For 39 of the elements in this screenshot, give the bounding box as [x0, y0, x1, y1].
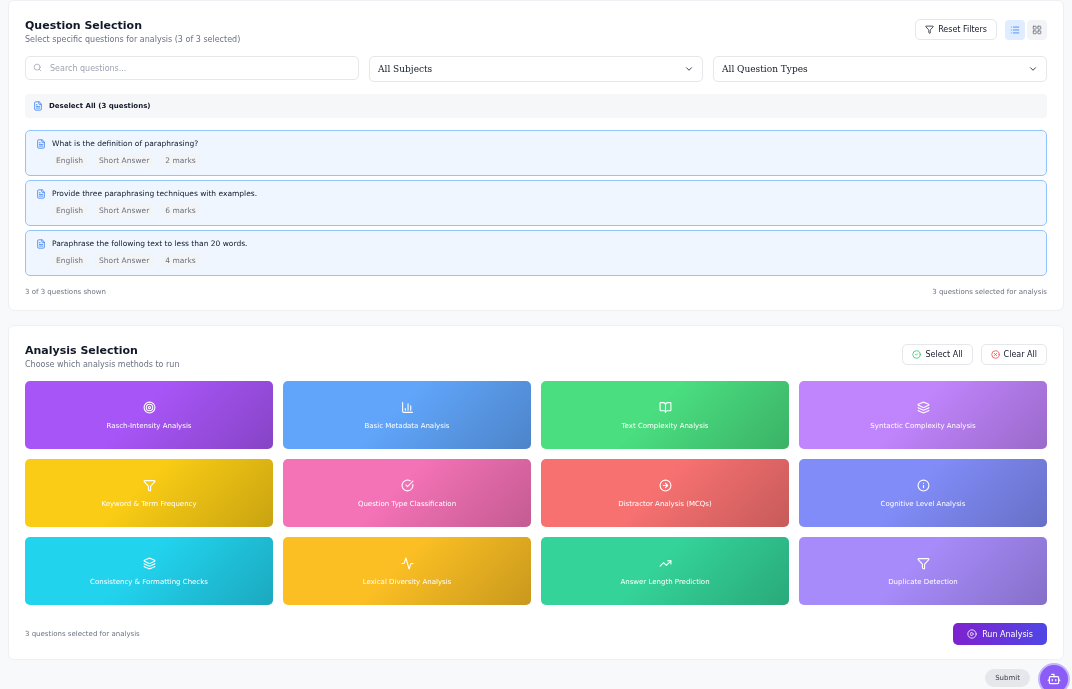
list-view-button[interactable] [1005, 19, 1025, 40]
filter-icon [916, 556, 930, 570]
document-icon [36, 239, 46, 249]
pulse-icon [400, 556, 414, 570]
document-icon [36, 189, 46, 199]
layers-icon [142, 556, 156, 570]
arrow-circle-icon [658, 478, 672, 492]
check-circle-icon [400, 478, 414, 492]
chevron-down-icon [684, 64, 694, 74]
filter-icon [925, 25, 935, 34]
reset-filters-button[interactable]: Reset Filters [915, 19, 997, 40]
panel-subtitle: Select specific questions for analysis (3 of 3 selected) [25, 35, 241, 44]
assistant-button[interactable] [1038, 663, 1070, 689]
info-icon [916, 478, 930, 492]
question-type-dropdown[interactable]: All Question Types [713, 56, 1047, 82]
panel-subtitle: Choose which analysis methods to run [25, 360, 180, 369]
play-circle-icon [967, 629, 978, 639]
run-analysis-button[interactable]: Run Analysis [953, 623, 1047, 645]
check-circle-icon [912, 350, 922, 359]
panel-title: Analysis Selection [25, 344, 139, 357]
target-icon [142, 400, 156, 414]
clear-all-button[interactable]: Clear All [980, 344, 1047, 365]
bar-chart-icon [400, 400, 414, 414]
panel-title: Question Selection [25, 19, 143, 32]
robot-icon [1047, 672, 1061, 686]
document-icon [33, 101, 43, 111]
document-icon [36, 139, 46, 149]
close-circle-icon [990, 350, 1000, 359]
search-icon [33, 63, 42, 72]
filter-icon [142, 478, 156, 492]
book-icon [658, 400, 672, 414]
grid-view-button[interactable] [1027, 19, 1047, 40]
grid-view-icon [1032, 24, 1042, 35]
subject-dropdown[interactable]: All Subjects [369, 56, 703, 82]
chevron-down-icon [1028, 64, 1038, 74]
layers-icon [916, 400, 930, 414]
select-all-button[interactable]: Select All [902, 344, 973, 365]
list-view-icon [1010, 24, 1020, 35]
search-field[interactable]: Search questions... [25, 56, 359, 80]
